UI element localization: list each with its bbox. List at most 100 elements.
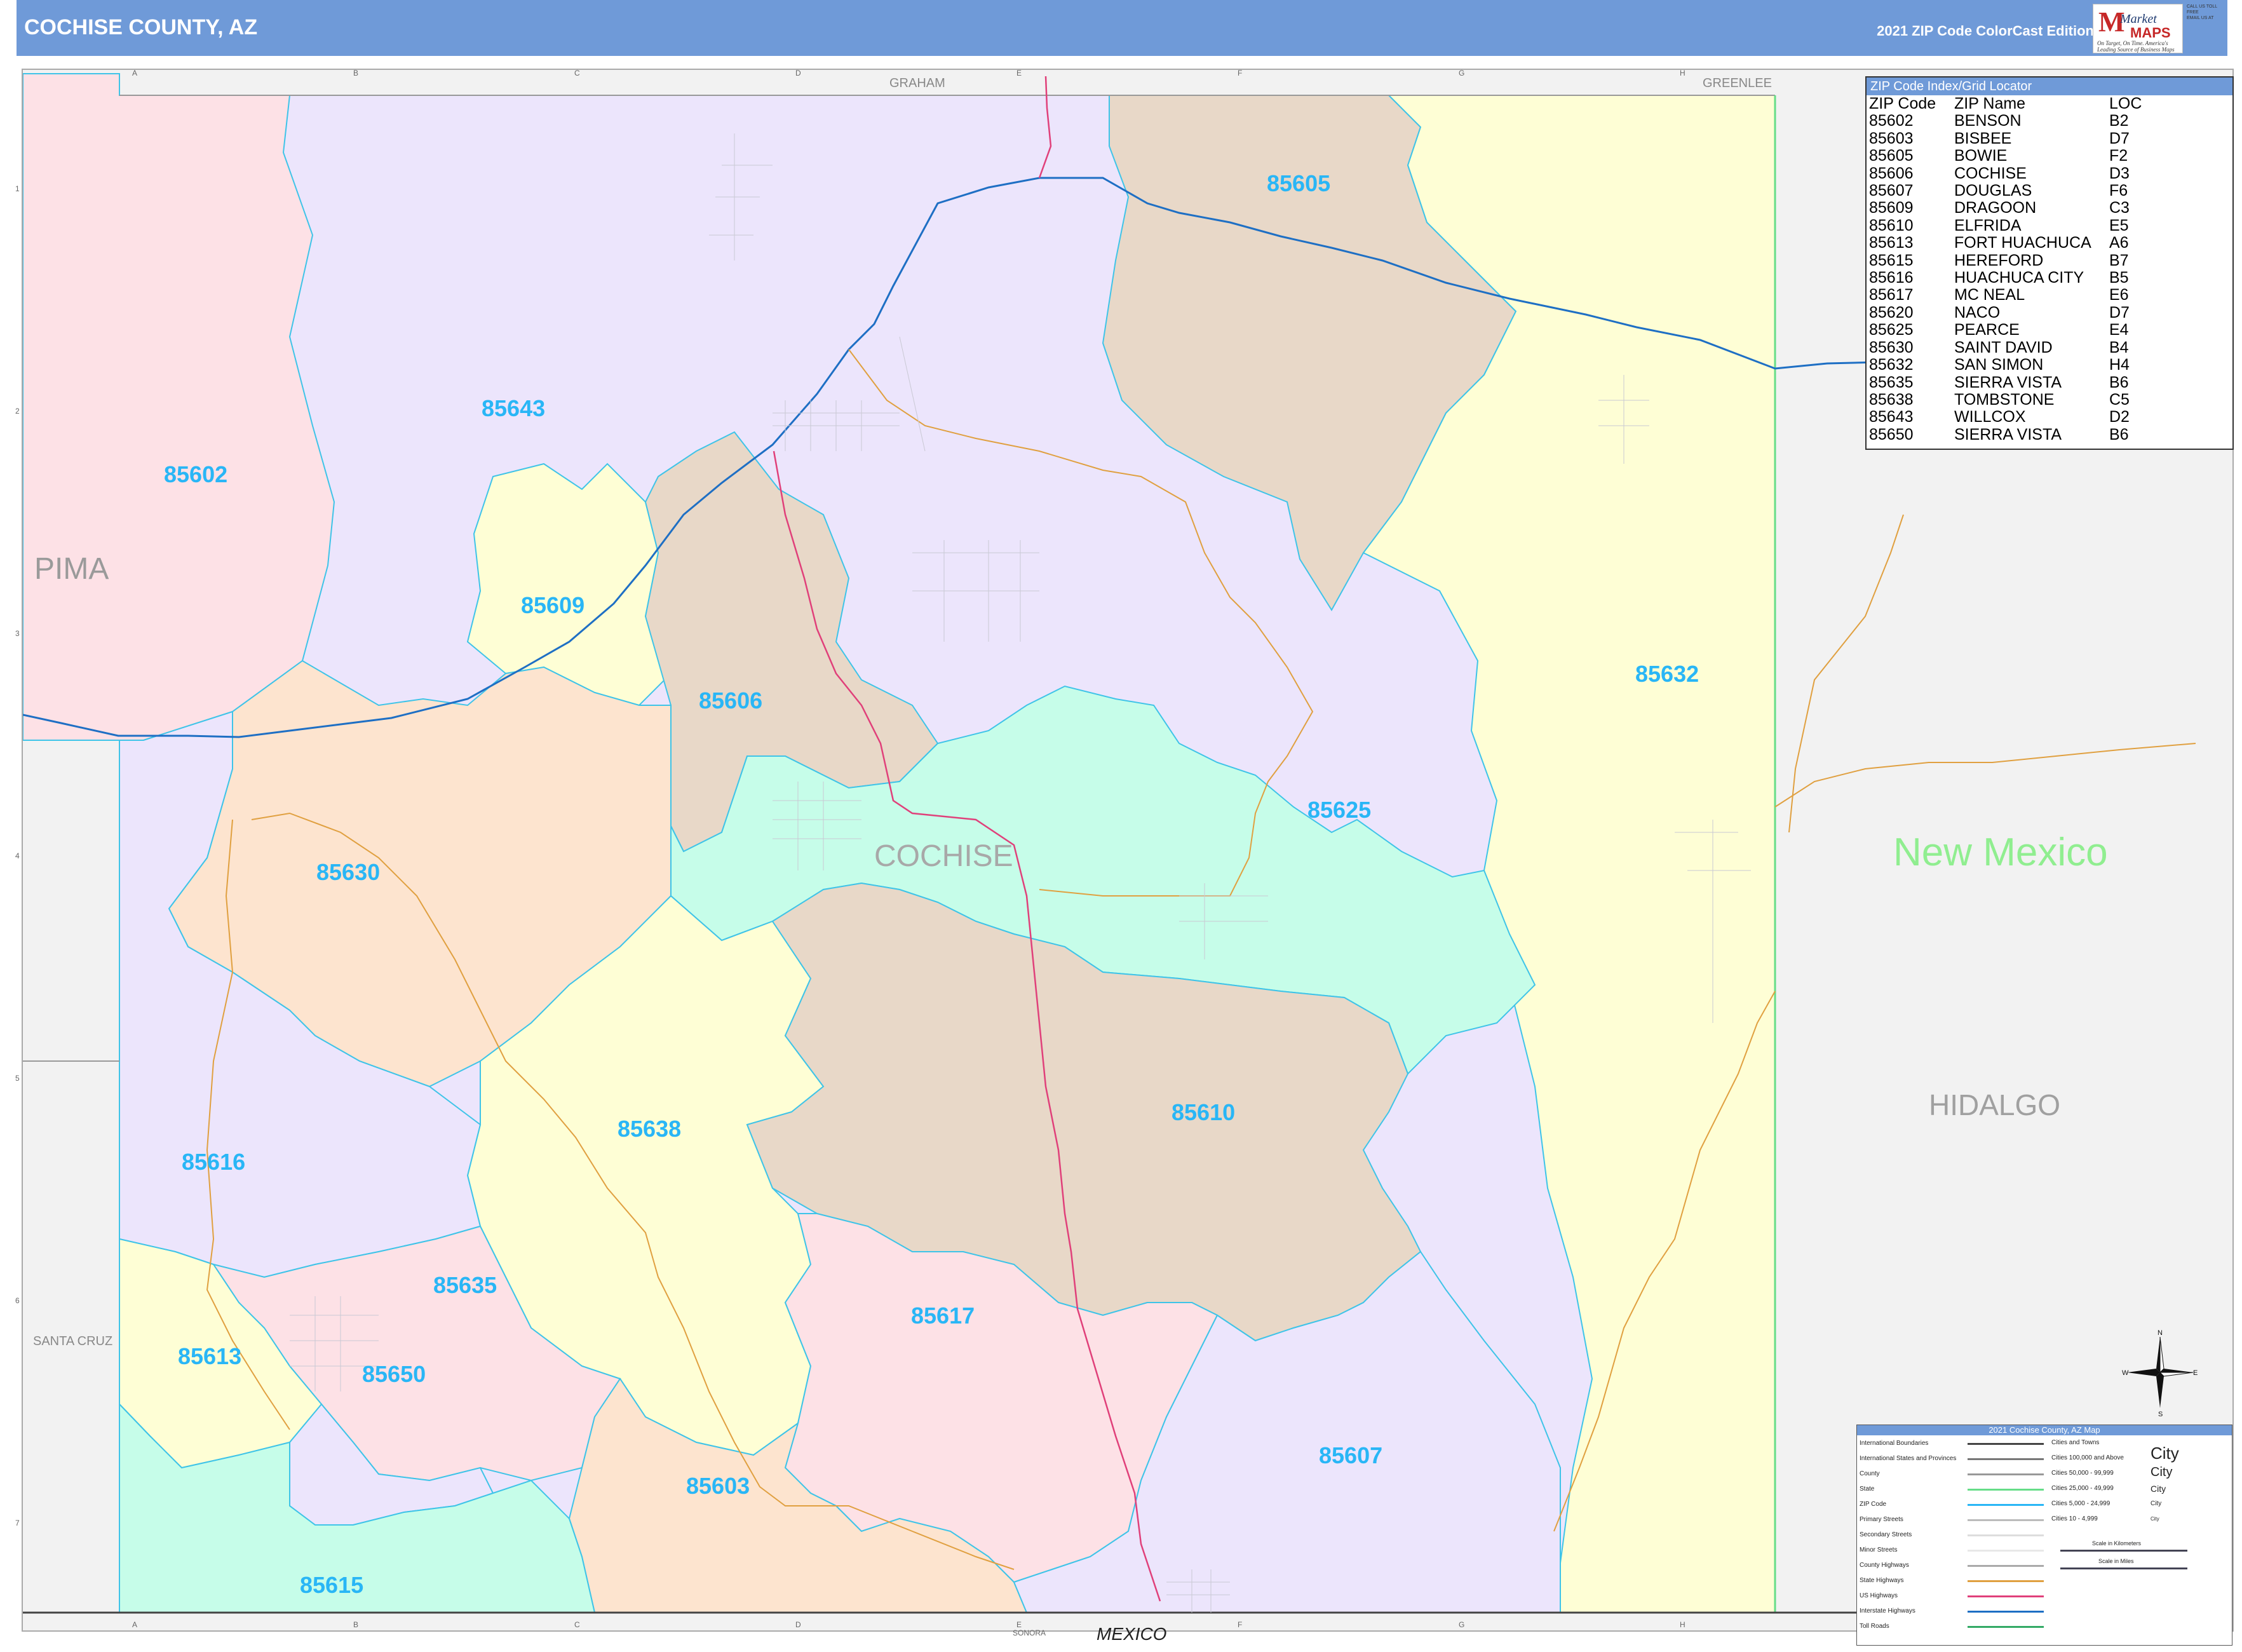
zip-label-85615: 85615 — [300, 1572, 364, 1598]
legend-symbol — [1968, 1626, 2044, 1628]
zip-label-85613: 85613 — [178, 1343, 242, 1369]
legend-city-sample-xs: City — [2151, 1516, 2159, 1522]
zip-cell: 85625 — [1869, 321, 1914, 339]
zip-cell: 85632 — [1869, 356, 1914, 374]
zip-code-index: ZIP Code Index/Grid Locator ZIP Code ZIP… — [1865, 76, 2234, 450]
zip-label-85632: 85632 — [1635, 661, 1699, 687]
table-row: 85650 SIERRA VISTA B6 — [1867, 426, 2232, 443]
name-cell: TOMBSTONE — [1954, 390, 2055, 409]
loc-cell: B6 — [2109, 373, 2129, 391]
name-cell: SIERRA VISTA — [1954, 373, 2062, 391]
logo-brand-bottom: MAPS — [2130, 25, 2171, 41]
loc-cell: D7 — [2109, 129, 2130, 147]
name-cell: SIERRA VISTA — [1954, 425, 2062, 443]
grid-col-d-top: D — [795, 69, 801, 78]
table-row: 85617 MC NEAL E6 — [1867, 287, 2232, 304]
zip-cell: 85643 — [1869, 408, 1914, 426]
name-cell: SAINT DAVID — [1954, 338, 2053, 356]
legend-item: Minor Streets — [1860, 1543, 2044, 1557]
loc-cell: D3 — [2109, 164, 2130, 182]
legend-symbol — [1968, 1473, 2044, 1475]
legend-item: State — [1860, 1482, 2044, 1496]
zip-index-header-zip: ZIP Code — [1869, 95, 1936, 112]
legend-symbol — [1968, 1580, 2044, 1582]
name-cell: COCHISE — [1954, 164, 2027, 182]
market-maps-logo: M Market MAPS On Target, On Time. Americ… — [2093, 4, 2183, 53]
zip-cell: 85638 — [1869, 390, 1914, 409]
table-row: 85616 HUACHUCA CITY B5 — [1867, 269, 2232, 287]
zip-cell: 85635 — [1869, 373, 1914, 391]
zip-label-85638: 85638 — [618, 1116, 682, 1142]
compass-w: W — [2122, 1369, 2129, 1377]
legend-scale-mi-bar — [2060, 1567, 2187, 1569]
legend-item: Interstate Highways — [1860, 1604, 2044, 1618]
loc-cell: A6 — [2109, 234, 2129, 252]
loc-cell: B6 — [2109, 425, 2129, 443]
loc-cell: B7 — [2109, 251, 2129, 269]
compass-rose-icon: N S W E — [2122, 1329, 2198, 1417]
legend-city-range: Cities 10 - 4,999 — [2051, 1515, 2098, 1522]
legend-item: International States and Provinces — [1860, 1452, 2044, 1466]
table-row: 85610 ELFRIDA E5 — [1867, 217, 2232, 234]
legend-item: Toll Roads — [1860, 1620, 2044, 1634]
zip-index-header-loc: LOC — [2109, 95, 2142, 112]
name-cell: HEREFORD — [1954, 251, 2044, 269]
grid-col-g-bottom: G — [1459, 1620, 1465, 1629]
name-cell: ELFRIDA — [1954, 216, 2022, 234]
label-cochise: COCHISE — [874, 839, 1013, 873]
legend-label: Toll Roads — [1860, 1623, 1889, 1630]
grid-row-5: 5 — [15, 1074, 20, 1083]
legend-item: ZIP Code — [1860, 1498, 2044, 1512]
legend-symbol — [1968, 1611, 2044, 1613]
logo-tagline: On Target, On Time. America's Leading So… — [2097, 40, 2175, 53]
legend-symbol — [1968, 1595, 2044, 1597]
legend-label: County Highways — [1860, 1562, 1909, 1569]
label-graham: GRAHAM — [889, 76, 945, 90]
contact-email: EMAIL US AT — [2187, 16, 2214, 20]
compass-s: S — [2158, 1411, 2163, 1417]
zip-label-85605: 85605 — [1267, 170, 1331, 196]
name-cell: PEARCE — [1954, 321, 2020, 339]
grid-row-7: 7 — [15, 1519, 20, 1527]
legend-label: State Highways — [1860, 1577, 1904, 1584]
loc-cell: B5 — [2109, 269, 2129, 287]
zip-label-85610: 85610 — [1172, 1099, 1236, 1125]
legend-symbol — [1968, 1443, 2044, 1445]
legend-item: County Highways — [1860, 1559, 2044, 1573]
legend-label: International Boundaries — [1860, 1440, 1929, 1447]
grid-row-4: 4 — [15, 851, 20, 860]
zip-index-table: ZIP Code ZIP Name LOC 85602 BENSON B2 8560… — [1867, 95, 2232, 443]
legend-city-range: Cities 25,000 - 49,999 — [2051, 1485, 2114, 1492]
legend-scale-km-label: Scale in Kilometers — [2092, 1540, 2142, 1547]
zip-cell: 85630 — [1869, 338, 1914, 356]
compass-e: E — [2193, 1369, 2198, 1377]
legend-label: Interstate Highways — [1860, 1608, 1915, 1615]
grid-col-h-bottom: H — [1680, 1620, 1685, 1629]
zip-area-85602 — [23, 73, 335, 741]
legend-city-range: Cities 100,000 and Above — [2051, 1454, 2124, 1461]
name-cell: BENSON — [1954, 112, 2022, 130]
table-row: 85613 FORT HUACHUCA A6 — [1867, 234, 2232, 252]
table-row: 85606 COCHISE D3 — [1867, 165, 2232, 182]
zip-cell: 85616 — [1869, 269, 1914, 287]
grid-row-6: 6 — [15, 1296, 20, 1305]
grid-col-d-bottom: D — [795, 1620, 801, 1629]
zip-cell: 85613 — [1869, 234, 1914, 252]
loc-cell: F6 — [2109, 182, 2128, 200]
legend-symbol — [1968, 1489, 2044, 1491]
legend-label: US Highways — [1860, 1592, 1898, 1599]
legend-title: 2021 Cochise County, AZ Map — [1857, 1425, 2232, 1435]
grid-col-h-top: H — [1680, 69, 1685, 78]
loc-cell: D7 — [2109, 303, 2130, 322]
legend-city-sample-xl: City — [2151, 1444, 2179, 1463]
loc-cell: C5 — [2109, 390, 2130, 409]
map-title: COCHISE COUNTY, AZ — [24, 15, 258, 39]
zip-cell: 85607 — [1869, 182, 1914, 200]
grid-row-2: 2 — [15, 407, 20, 416]
table-row: 85643 WILLCOX D2 — [1867, 408, 2232, 426]
legend-label: International States and Provinces — [1860, 1455, 1957, 1462]
table-row: 85605 BOWIE F2 — [1867, 147, 2232, 165]
zip-cell: 85605 — [1869, 147, 1914, 165]
legend-symbol — [1968, 1565, 2044, 1567]
legend-item: State Highways — [1860, 1574, 2044, 1588]
